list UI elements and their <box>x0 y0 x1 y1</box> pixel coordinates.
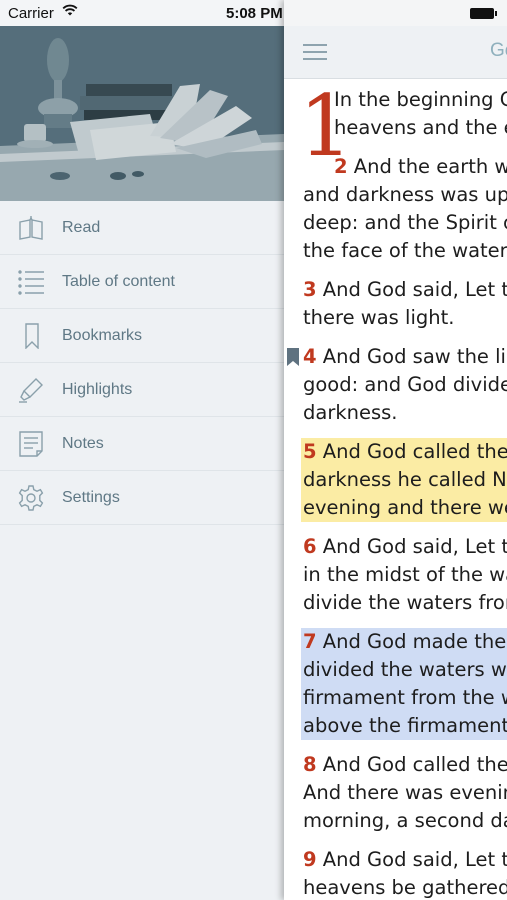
verse-line[interactable]: in the midst of the waters, and let it <box>303 561 507 589</box>
verse-text: in the midst of the waters, and let it <box>303 563 507 586</box>
hamburger-line <box>303 51 327 53</box>
menu-label-bookmarks: Bookmarks <box>62 327 143 344</box>
menu-item-highlights[interactable]: Highlights <box>0 363 284 417</box>
clock: 5:08 PM <box>226 5 283 22</box>
verse-line[interactable]: And there was evening and there was <box>303 779 507 807</box>
verse-number: 5 <box>303 440 317 463</box>
wifi-icon <box>62 3 78 21</box>
menu-item-table-of-content[interactable]: Table of content <box>0 255 284 309</box>
bookmark-flag-icon[interactable] <box>287 348 299 366</box>
menu-label-highlights: Highlights <box>62 381 133 398</box>
verse-line[interactable]: darkness. <box>303 399 398 427</box>
verse-line[interactable]: divided the waters which were under the <box>301 656 507 684</box>
verse-line[interactable]: 5 And God called the light Day, and the <box>301 438 507 466</box>
verse-text: morning, a second day. <box>303 809 507 832</box>
menu-item-bookmarks[interactable]: Bookmarks <box>0 309 284 363</box>
verse-line[interactable]: evening and there were morning <box>301 494 507 522</box>
verse-text: And there was evening and there was <box>303 781 507 804</box>
verse-text: good: and God divided the light from the <box>303 373 507 396</box>
verse-line[interactable]: heavens be gathered together unto one <box>303 874 507 900</box>
header-illustration <box>0 26 284 201</box>
hamburger-menu-button[interactable] <box>303 44 327 61</box>
verse-text: darkness he called Night. And the <box>303 468 507 491</box>
reader-navbar: Genesis 1 <box>284 26 507 79</box>
notes-icon <box>18 431 44 457</box>
battery-tip <box>495 11 497 16</box>
menu-label-table-of-content: Table of content <box>62 273 175 290</box>
verse-text: above the firmament: and it was so. <box>303 714 507 737</box>
verse-text: And God said, Let there be light: and <box>322 278 507 301</box>
status-bar: Carrier 5:08 PM <box>0 0 284 26</box>
menu-item-notes[interactable]: Notes <box>0 417 284 471</box>
verse-line[interactable]: heavens and the earth. <box>334 114 507 142</box>
verse-text: And God made the firmament, and <box>322 630 507 653</box>
verse-line[interactable]: and darkness was upon the face of the <box>303 181 507 209</box>
verse-line[interactable]: In the beginning God created the <box>334 86 507 114</box>
verse-text: And God saw the light, that it was <box>322 345 507 368</box>
hamburger-line <box>303 58 327 60</box>
verse-line[interactable]: good: and God divided the light from the <box>303 371 507 399</box>
book-title[interactable]: Genesis 1 <box>490 40 507 62</box>
verse-text: and darkness was upon the face of the <box>303 183 507 206</box>
verse-line[interactable]: darkness he called Night. And the <box>301 466 507 494</box>
verse-line[interactable]: divide the waters from the waters. <box>303 589 507 617</box>
verse-number: 8 <box>303 753 317 776</box>
verse-text: And God called the light Day, and the <box>322 440 507 463</box>
verse-line[interactable]: 6 And God said, Let there be a firmament <box>303 533 507 561</box>
verse-number: 2 <box>334 155 348 178</box>
verse-text: In the beginning God created the <box>334 88 507 111</box>
menu-label-settings: Settings <box>62 489 120 506</box>
verse-number: 4 <box>303 345 317 368</box>
verse-text: evening and there were morning <box>303 496 507 519</box>
verse-text: divide the waters from the waters. <box>303 591 507 614</box>
menu-item-settings[interactable]: Settings <box>0 471 284 525</box>
verse-line[interactable]: 4 And God saw the light, that it was <box>303 343 507 371</box>
verse-line[interactable]: 7 And God made the firmament, and <box>301 628 507 656</box>
verse-line[interactable]: deep: and the Spirit of God moved upon <box>303 209 507 237</box>
status-bar-right <box>284 0 507 26</box>
carrier-label: Carrier <box>8 5 54 22</box>
verse-text: darkness. <box>303 401 398 424</box>
bookmark-icon <box>18 323 44 350</box>
verse-text: And God said, Let the waters under the <box>322 848 507 871</box>
verse-line[interactable]: morning, a second day. <box>303 807 507 835</box>
reader-panel: Genesis 1 1 In the beginning God created… <box>284 0 507 900</box>
verse-text: there was light. <box>303 306 455 329</box>
verse-number: 7 <box>303 630 317 653</box>
verse-text: divided the waters which were under the <box>303 658 507 681</box>
verse-line[interactable]: the face of the waters. <box>303 237 507 265</box>
verse-text: And God said, Let there be a firmament <box>322 535 507 558</box>
side-menu: Carrier 5:08 PM Read Table of content Bo… <box>0 0 284 900</box>
gear-icon <box>18 485 44 511</box>
menu-item-read[interactable]: Read <box>0 201 284 255</box>
verse-text: And the earth was without form, <box>353 155 507 178</box>
menu-label-notes: Notes <box>62 435 104 452</box>
verse-line[interactable]: firmament from the waters which were <box>301 684 507 712</box>
verse-number: 9 <box>303 848 317 871</box>
verse-text: deep: and the Spirit of God moved upon <box>303 211 507 234</box>
highlighter-icon <box>18 377 44 403</box>
verse-line[interactable]: 3 And God said, Let there be light: and <box>303 276 507 304</box>
verse-text: heavens be gathered together unto one <box>303 876 507 899</box>
book-open-icon <box>18 215 44 241</box>
verse-line[interactable]: 9 And God said, Let the waters under the <box>303 846 507 874</box>
verse-number: 3 <box>303 278 317 301</box>
verse-text: And God called the firmament Heaven. <box>322 753 507 776</box>
list-icon <box>18 269 44 295</box>
battery-icon <box>470 8 494 19</box>
verse-line[interactable]: 8 And God called the firmament Heaven. <box>303 751 507 779</box>
hamburger-line <box>303 44 327 46</box>
verse-text: heavens and the earth. <box>334 116 507 139</box>
verse-number: 6 <box>303 535 317 558</box>
verse-text: the face of the waters. <box>303 239 507 262</box>
verse-line[interactable]: 2 And the earth was without form, <box>334 153 507 181</box>
verse-line[interactable]: above the firmament: and it was so. <box>301 712 507 740</box>
verse-text: firmament from the waters which were <box>303 686 507 709</box>
menu-list: Read Table of content Bookmarks Highligh… <box>0 201 284 525</box>
verse-line[interactable]: there was light. <box>303 304 454 332</box>
menu-label-read: Read <box>62 219 101 236</box>
